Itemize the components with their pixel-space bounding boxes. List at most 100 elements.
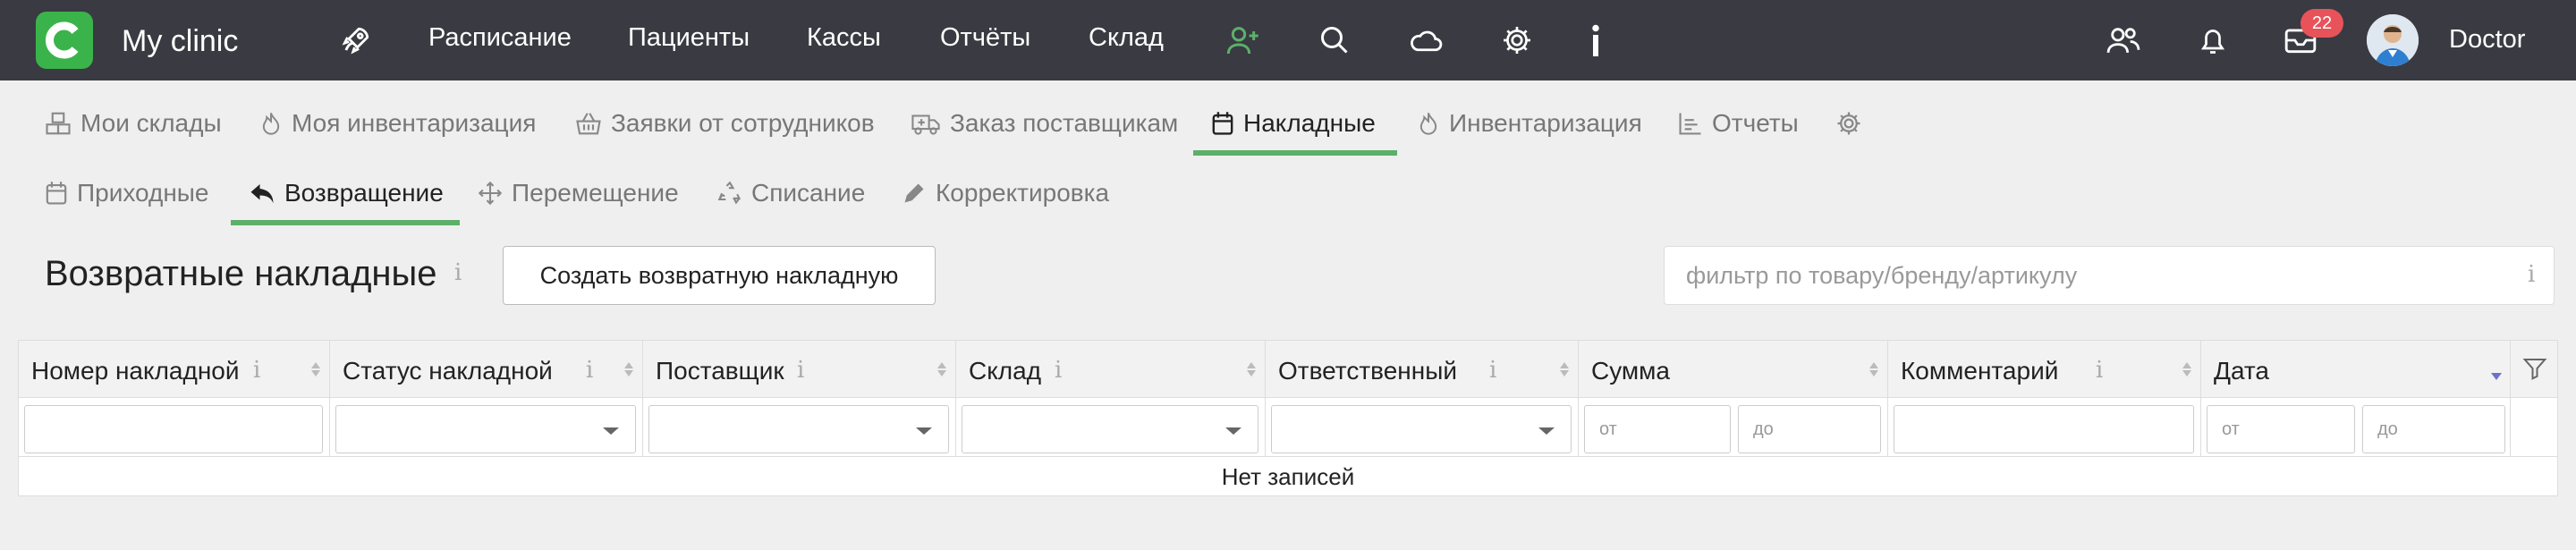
users-icon[interactable] xyxy=(2106,22,2141,58)
sort-icon[interactable] xyxy=(1868,357,1880,382)
column-header[interactable]: Статус накладной i xyxy=(330,341,643,398)
sort-icon[interactable] xyxy=(1558,357,1571,382)
column-info-icon[interactable]: i xyxy=(1055,357,1062,384)
tab-label: Заявки от сотрудников xyxy=(611,109,875,137)
column-header[interactable]: Ответственный i xyxy=(1266,341,1579,398)
date-from-input[interactable]: от xyxy=(2207,405,2355,453)
flame-icon xyxy=(262,113,280,135)
tab-supplier-orders[interactable]: Заказ поставщикам xyxy=(911,107,1178,140)
status-filter-select[interactable] xyxy=(335,405,636,453)
gear-icon[interactable] xyxy=(1499,22,1535,58)
subtab-transfer[interactable]: Перемещение xyxy=(478,177,679,209)
empty-state-text: Нет записей xyxy=(1221,463,1355,490)
sum-to-input[interactable]: до xyxy=(1738,405,1881,453)
rocket-icon[interactable] xyxy=(338,22,374,58)
info-icon[interactable] xyxy=(1578,22,1614,58)
column-info-icon[interactable]: i xyxy=(1489,357,1496,384)
product-filter-input[interactable] xyxy=(1664,246,2555,305)
subtab-correction[interactable]: Корректировка xyxy=(902,177,1109,209)
gear-icon xyxy=(1837,112,1860,135)
column-label: Дата xyxy=(2214,357,2270,385)
filter-cell xyxy=(956,398,1266,457)
subtab-incoming[interactable]: Приходные xyxy=(45,177,208,209)
create-return-invoice-button[interactable]: Создать возвратную накладную xyxy=(503,246,936,305)
filter-icon xyxy=(2522,359,2547,380)
tab-invoices[interactable]: Накладные xyxy=(1211,107,1376,140)
add-user-icon[interactable] xyxy=(1225,22,1261,58)
top-navbar: My clinic Расписание Пациенты Кассы Отчё… xyxy=(0,0,2576,80)
column-info-icon[interactable]: i xyxy=(586,357,593,384)
sort-desc-icon[interactable] xyxy=(2490,357,2503,382)
sum-from-input[interactable]: от xyxy=(1584,405,1731,453)
tab-my-inventory[interactable]: Моя инвентаризация xyxy=(259,107,536,140)
column-label: Ответственный xyxy=(1278,357,1457,385)
chevron-down-icon xyxy=(916,427,932,435)
column-header[interactable]: Поставщик i xyxy=(643,341,956,398)
active-subtab-indicator xyxy=(231,220,460,225)
filter-cell: от до xyxy=(2201,398,2511,457)
subtab-writeoff[interactable]: Списание xyxy=(717,177,865,209)
tab-label: Отчеты xyxy=(1712,109,1799,137)
supplier-filter-select[interactable] xyxy=(648,405,949,453)
column-header[interactable]: Номер накладной i xyxy=(19,341,330,398)
filter-info-icon[interactable]: i xyxy=(2528,261,2535,288)
column-label: Склад xyxy=(969,357,1042,385)
pencil-icon xyxy=(904,183,924,203)
sort-icon[interactable] xyxy=(2181,357,2193,382)
boxes-icon xyxy=(46,112,71,135)
column-header[interactable]: Сумма xyxy=(1579,341,1888,398)
app-title[interactable]: My clinic xyxy=(122,24,238,59)
bell-icon[interactable] xyxy=(2195,22,2231,58)
title-info-icon[interactable]: i xyxy=(454,259,462,286)
tabs-settings-icon[interactable] xyxy=(1835,107,1871,140)
warehouse-filter-select[interactable] xyxy=(962,405,1258,453)
sort-icon[interactable] xyxy=(936,357,948,382)
number-filter-input[interactable] xyxy=(24,405,323,453)
app-logo[interactable] xyxy=(36,12,93,69)
nav-warehouse[interactable]: Склад xyxy=(1089,23,1164,53)
date-to-input[interactable]: до xyxy=(2362,405,2505,453)
mail-count-badge: 22 xyxy=(2301,9,2343,38)
calendar-icon xyxy=(1212,112,1233,135)
tab-employee-requests[interactable]: Заявки от сотрудников xyxy=(575,107,875,140)
active-tab-indicator xyxy=(1193,150,1397,156)
tab-label: Заказ поставщикам xyxy=(950,109,1179,137)
column-info-icon[interactable]: i xyxy=(797,357,804,384)
tab-inventory[interactable]: Инвентаризация xyxy=(1417,107,1642,140)
chevron-down-icon xyxy=(1225,427,1241,435)
nav-patients[interactable]: Пациенты xyxy=(628,23,750,53)
responsible-filter-select[interactable] xyxy=(1271,405,1572,453)
nav-reports[interactable]: Отчёты xyxy=(940,23,1030,53)
search-icon[interactable] xyxy=(1317,22,1352,58)
nav-schedule[interactable]: Расписание xyxy=(428,23,572,53)
sort-icon[interactable] xyxy=(623,357,635,382)
column-label: Поставщик xyxy=(656,357,784,385)
table-header: Номер накладной i Статус накладной i Пос… xyxy=(19,341,2557,398)
avatar[interactable] xyxy=(2367,14,2419,66)
subtab-label: Корректировка xyxy=(936,179,1110,207)
basket-icon xyxy=(576,113,601,135)
column-label: Сумма xyxy=(1591,357,1670,385)
column-header[interactable]: Дата xyxy=(2201,341,2511,398)
column-header[interactable]: Комментарий i xyxy=(1888,341,2201,398)
tab-reports[interactable]: Отчеты xyxy=(1678,107,1799,140)
sort-icon[interactable] xyxy=(309,357,322,382)
truck-icon xyxy=(911,114,940,135)
tab-my-warehouses[interactable]: Мои склады xyxy=(45,107,222,140)
sort-icon[interactable] xyxy=(1245,357,1258,382)
column-label: Номер накладной xyxy=(31,357,240,385)
column-header[interactable]: Склад i xyxy=(956,341,1266,398)
move-icon xyxy=(478,181,503,206)
recycle-icon xyxy=(717,181,741,205)
comment-filter-input[interactable] xyxy=(1894,405,2194,453)
user-name[interactable]: Doctor xyxy=(2449,25,2525,55)
tab-label: Накладные xyxy=(1243,109,1376,137)
nav-cash[interactable]: Кассы xyxy=(807,23,881,53)
subtab-returns[interactable]: Возвращение xyxy=(249,177,444,209)
cloud-icon[interactable] xyxy=(1408,22,1444,58)
calendar-icon xyxy=(46,182,67,205)
column-info-icon[interactable]: i xyxy=(2096,357,2103,384)
column-filter-toggle[interactable] xyxy=(2511,341,2559,398)
column-info-icon[interactable]: i xyxy=(253,357,260,384)
subtab-label: Приходные xyxy=(77,179,209,207)
